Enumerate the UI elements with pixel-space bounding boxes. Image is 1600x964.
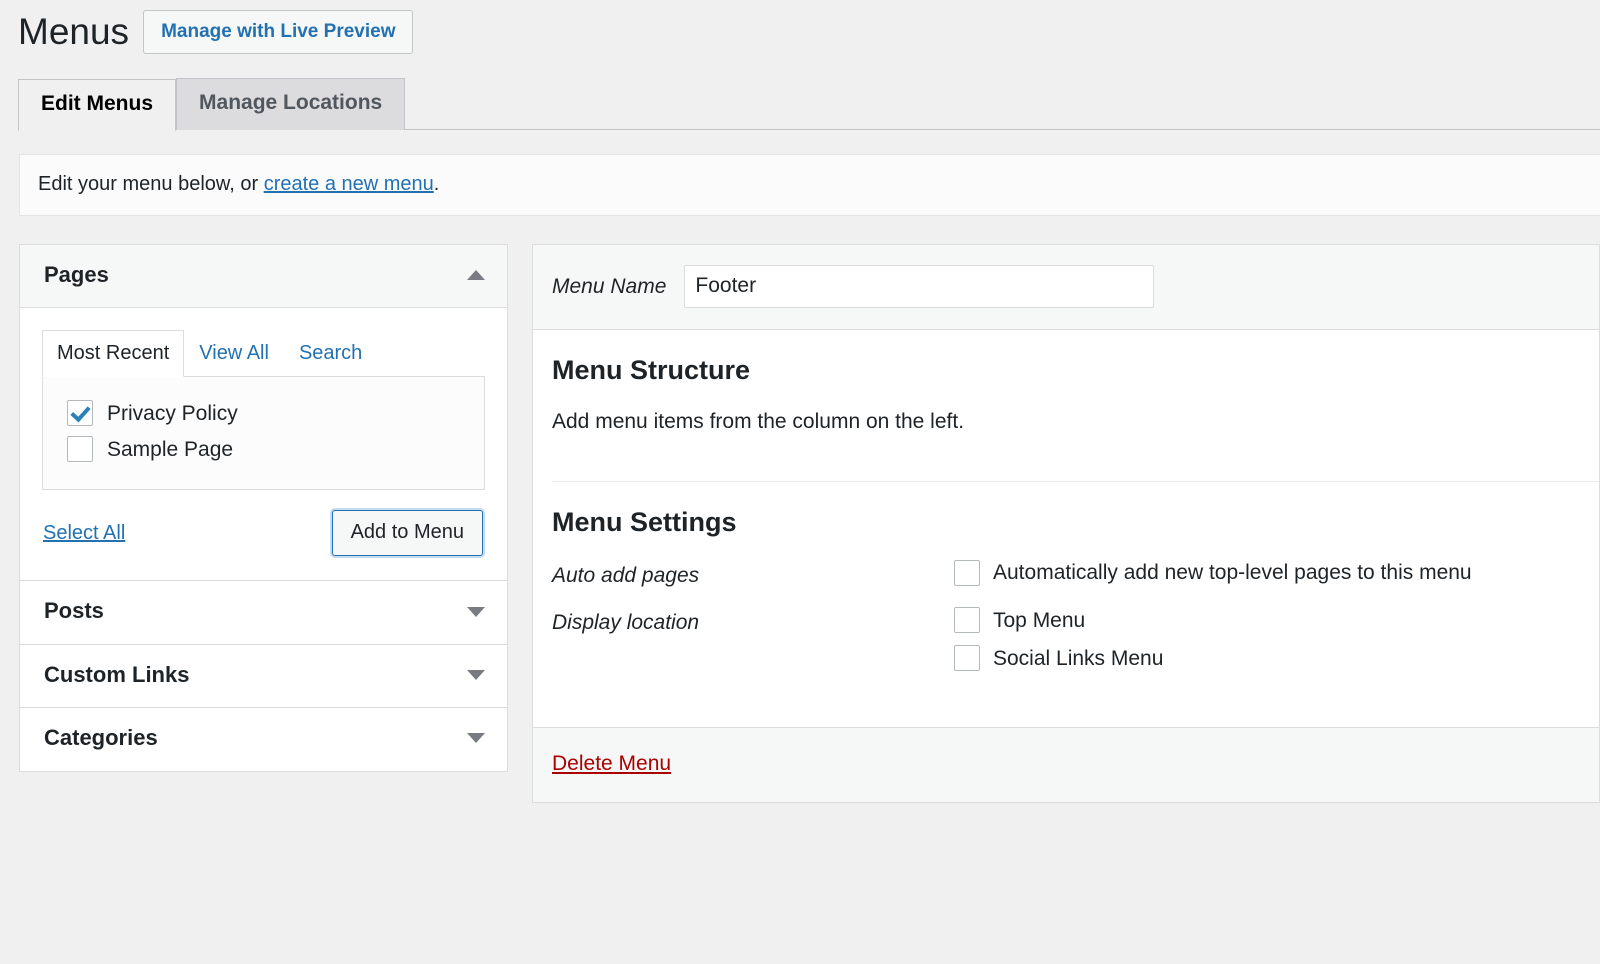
page-title: Menus xyxy=(18,10,130,52)
auto-add-pages-label: Auto add pages xyxy=(552,564,700,588)
accordion-header-custom-links[interactable]: Custom Links xyxy=(20,644,507,708)
auto-add-pages-option-label: Automatically add new top-level pages to… xyxy=(993,561,1472,585)
checkbox-sample-page[interactable] xyxy=(67,436,93,463)
page-header: Menus Manage with Live Preview xyxy=(0,0,1600,54)
accordion-panel-custom-links: Custom Links xyxy=(19,643,508,708)
accordion-title-posts: Posts xyxy=(44,598,104,624)
notice-text-before: Edit your menu below, or xyxy=(38,173,264,195)
menu-edit-wrapper: Pages Most Recent View All Search Privac… xyxy=(19,244,1600,804)
accordion-header-categories[interactable]: Categories xyxy=(20,708,507,771)
list-item-label: Privacy Policy xyxy=(107,401,238,425)
setting-row-display-location: Display location Top Menu Social Links M… xyxy=(552,607,1599,672)
add-to-menu-button[interactable]: Add to Menu xyxy=(331,510,483,557)
display-location-label: Display location xyxy=(552,611,700,635)
menu-structure-description: Add menu items from the column on the le… xyxy=(552,410,965,434)
manage-with-live-preview-button[interactable]: Manage with Live Preview xyxy=(143,10,414,54)
pages-most-recent-list: Privacy Policy Sample Page xyxy=(42,377,485,491)
list-item[interactable]: Sample Page xyxy=(43,431,484,467)
menu-structure-section: Menu Structure Add menu items from the c… xyxy=(533,330,1599,481)
list-item[interactable]: Privacy Policy xyxy=(43,395,484,431)
tab-manage-locations[interactable]: Manage Locations xyxy=(176,78,406,130)
pages-tab-bar: Most Recent View All Search xyxy=(42,330,485,378)
notice-text-after: . xyxy=(433,173,440,195)
accordion-panel-pages: Pages Most Recent View All Search Privac… xyxy=(19,244,508,581)
menu-name-label: Menu Name xyxy=(552,274,667,298)
accordion-header-posts[interactable]: Posts xyxy=(20,581,507,644)
menu-settings-section: Menu Settings Auto add pages Automatical… xyxy=(533,482,1599,728)
select-all-link[interactable]: Select All xyxy=(43,522,125,545)
checkbox-privacy-policy[interactable] xyxy=(67,400,93,427)
accordion-panel-categories: Categories xyxy=(19,707,508,772)
checkbox-social-links-menu[interactable] xyxy=(954,645,980,672)
checkbox-top-menu[interactable] xyxy=(954,607,980,634)
edit-menu-notice: Edit your menu below, or create a new me… xyxy=(19,154,1600,216)
setting-row-auto-add-pages: Auto add pages Automatically add new top… xyxy=(552,560,1599,589)
triangle-down-icon[interactable] xyxy=(467,669,485,680)
create-a-new-menu-link[interactable]: create a new menu xyxy=(264,173,434,195)
accordion-body-pages: Most Recent View All Search Privacy Poli… xyxy=(20,308,507,581)
pages-tab-search[interactable]: Search xyxy=(284,330,377,376)
pages-tab-view-all[interactable]: View All xyxy=(184,330,284,376)
triangle-down-icon[interactable] xyxy=(467,733,485,744)
display-location-options: Top Menu Social Links Menu xyxy=(954,607,1599,672)
nav-tab-bar: Edit Menus Manage Locations xyxy=(18,78,1600,131)
auto-add-pages-options: Automatically add new top-level pages to… xyxy=(954,560,1599,587)
triangle-up-icon[interactable] xyxy=(467,270,485,281)
tab-edit-menus[interactable]: Edit Menus xyxy=(18,79,177,131)
accordion-title-pages: Pages xyxy=(44,262,109,287)
accordion-title-categories: Categories xyxy=(44,725,158,751)
triangle-down-icon[interactable] xyxy=(467,606,485,617)
checkbox-auto-add-pages[interactable] xyxy=(954,560,980,587)
pages-list-actions: Select All Add to Menu xyxy=(42,490,485,580)
auto-add-pages-option[interactable]: Automatically add new top-level pages to… xyxy=(954,560,1599,587)
display-location-option-label: Top Menu xyxy=(993,608,1086,632)
menu-structure-heading: Menu Structure xyxy=(552,355,751,385)
display-location-option[interactable]: Top Menu xyxy=(954,607,1599,634)
menu-name-bar: Menu Name xyxy=(533,245,1599,330)
menu-panel-footer: Delete Menu xyxy=(533,727,1599,803)
accordion-panel-posts: Posts xyxy=(19,580,508,644)
add-menu-items-column: Pages Most Recent View All Search Privac… xyxy=(19,244,508,772)
menu-settings-heading: Menu Settings xyxy=(552,506,737,537)
display-location-option-label: Social Links Menu xyxy=(993,646,1164,670)
list-item-label: Sample Page xyxy=(107,437,234,461)
menu-name-input[interactable] xyxy=(684,265,1155,308)
menu-settings-column: Menu Name Menu Structure Add menu items … xyxy=(532,244,1600,804)
delete-menu-link[interactable]: Delete Menu xyxy=(552,752,671,775)
pages-tab-most-recent[interactable]: Most Recent xyxy=(42,330,185,378)
accordion-header-pages[interactable]: Pages xyxy=(20,245,507,309)
display-location-option[interactable]: Social Links Menu xyxy=(954,645,1599,672)
accordion-title-custom-links: Custom Links xyxy=(44,661,190,687)
